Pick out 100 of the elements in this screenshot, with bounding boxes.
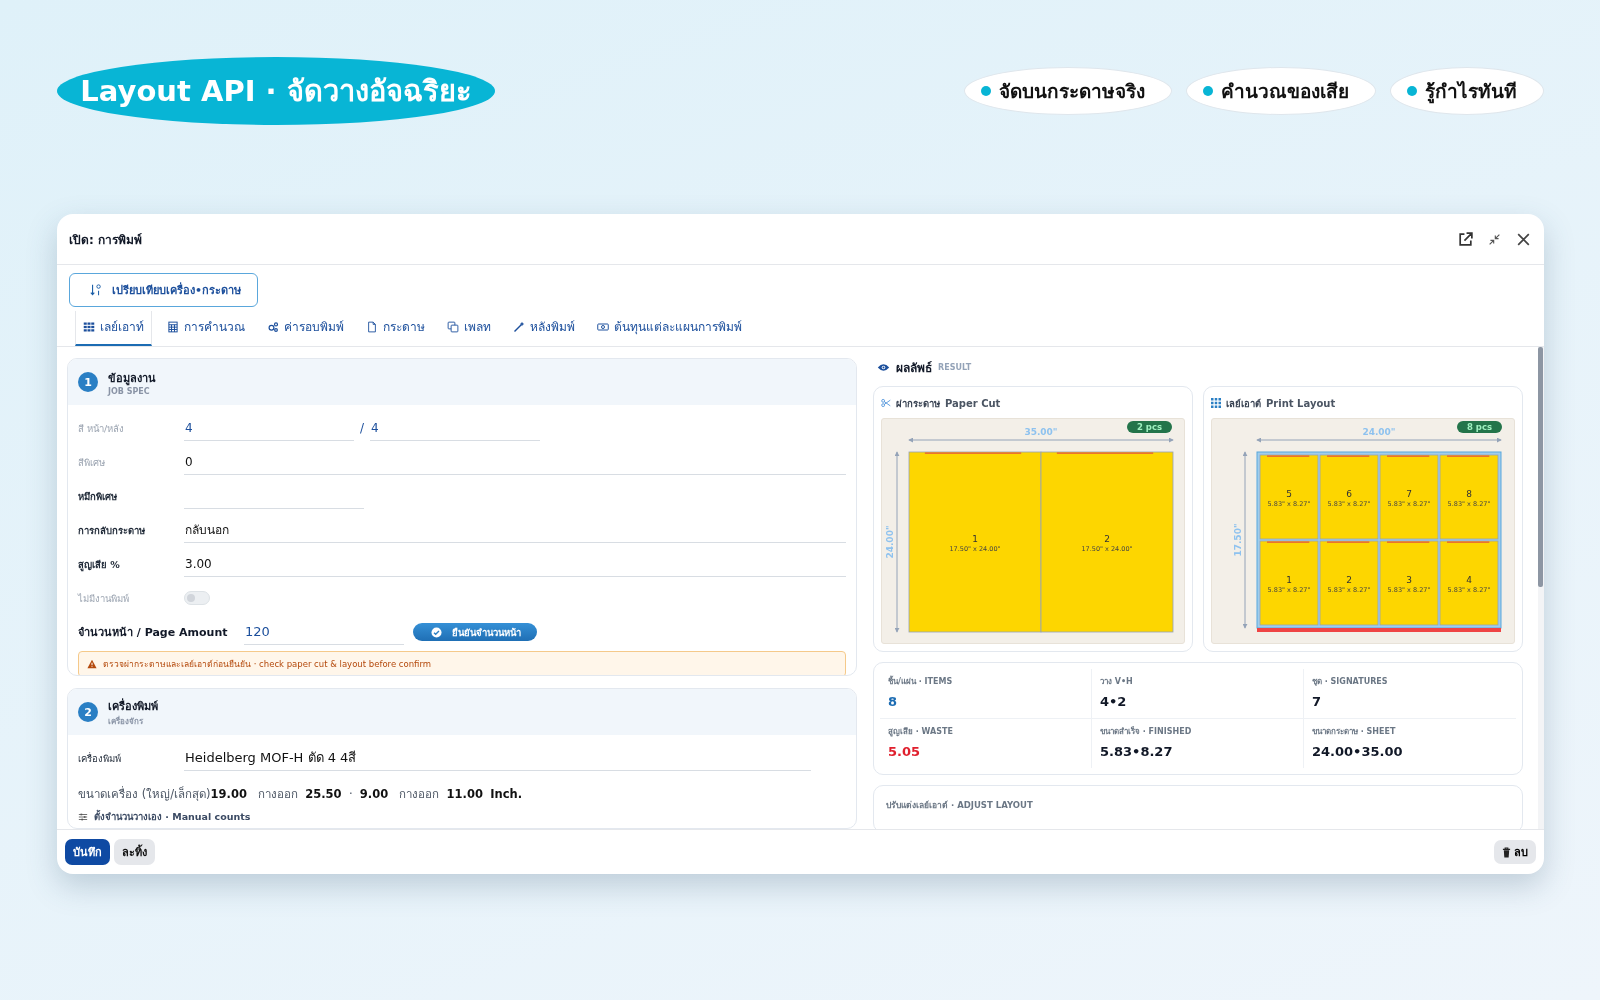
diagram-title-english: Print Layout bbox=[1266, 397, 1336, 409]
count-badge: 8 pcs bbox=[1456, 421, 1502, 433]
result-subtitle: RESULT bbox=[938, 362, 972, 372]
compare-button[interactable]: เปรียบเทียบเครื่อง•กระดาษ bbox=[69, 273, 259, 307]
piece-number: 2 bbox=[1346, 575, 1352, 585]
tab[interactable]: เพลท bbox=[440, 311, 498, 346]
scrollbar[interactable] bbox=[1538, 347, 1544, 829]
stat-value: 5.05 bbox=[888, 744, 922, 759]
dot-icon bbox=[1203, 86, 1213, 96]
field-label: เครื่องพิมพ์ bbox=[78, 751, 122, 766]
field-label: ไม่มีงานพิมพ์ bbox=[78, 591, 130, 606]
stat-label: วาง V•H bbox=[1100, 676, 1134, 688]
delete-button[interactable]: ลบ bbox=[1494, 840, 1536, 864]
warning-text: ตรวจผ่ากระดาษและเลย์เอาต์ก่อนยืนยัน · check paper cut & layout before confirm bbox=[103, 658, 432, 671]
feature-label: รู้กำไรทันที bbox=[1425, 79, 1517, 106]
calculator-icon bbox=[167, 320, 179, 333]
tab[interactable]: ค่ารอบพิมพ์ bbox=[260, 311, 351, 346]
edge-mark bbox=[1386, 455, 1430, 457]
stat-value: 8 bbox=[888, 694, 899, 709]
dot-icon bbox=[981, 86, 991, 96]
edge-mark bbox=[1266, 455, 1310, 457]
diagram-title: ผ่ากระดาษ bbox=[896, 396, 940, 411]
trash-icon bbox=[1502, 846, 1511, 858]
section-title: เครื่องพิมพ์ bbox=[108, 697, 158, 715]
step-number: 1 bbox=[78, 372, 98, 392]
edge-mark bbox=[1446, 455, 1490, 457]
dot-icon bbox=[1407, 86, 1417, 96]
width-label: 35.00" bbox=[1024, 427, 1058, 437]
field-label: หมึกพิเศษ bbox=[78, 489, 118, 504]
tab[interactable]: หลังพิมพ์ bbox=[506, 311, 582, 346]
save-button[interactable]: บันทึก bbox=[65, 839, 110, 865]
stat-label: สูญเสีย · WASTE bbox=[888, 726, 954, 738]
tab[interactable]: ต้นทุนแต่ละแผนการพิมพ์ bbox=[590, 311, 749, 346]
window-title: เปิด: การพิมพ์ bbox=[69, 231, 142, 249]
stat-label: ขนาดสำเร็จ · FINISHED bbox=[1100, 725, 1193, 738]
banner-title: Layout API · จัดวางอัจฉริยะ bbox=[57, 57, 495, 125]
count-badge: 2 pcs bbox=[1126, 421, 1172, 433]
separator: / bbox=[360, 421, 365, 435]
sort-icon bbox=[90, 283, 102, 297]
edge-mark bbox=[1326, 541, 1370, 543]
field-label: สีพิเศษ bbox=[78, 455, 106, 470]
edge-mark bbox=[1326, 455, 1370, 457]
input-field[interactable]: 3.00 bbox=[184, 551, 846, 577]
field-label: จำนวนหน้า / Page Amount bbox=[78, 625, 229, 641]
copy-icon bbox=[447, 320, 459, 333]
scissors-icon bbox=[881, 398, 891, 408]
result-title: ผลลัพธ์ bbox=[896, 359, 932, 377]
adjust-layout-title: ปรับแต่งเลย์เอาต์ · ADJUST LAYOUT bbox=[886, 800, 1033, 810]
piece-number: 5 bbox=[1286, 489, 1292, 499]
banknote-icon bbox=[597, 320, 609, 333]
eye-icon bbox=[877, 362, 890, 372]
feature-label: คำนวณของเสีย bbox=[1221, 79, 1349, 104]
external-link-icon[interactable] bbox=[1457, 230, 1474, 248]
section-title: ข้อมูลงาน bbox=[108, 370, 156, 387]
diagram-title: เลย์เอาต์ bbox=[1226, 396, 1261, 411]
manual-counts-link[interactable]: ตั้งจำนวนวางเอง · Manual counts bbox=[94, 809, 251, 825]
piece-number: 7 bbox=[1406, 489, 1412, 499]
input-field[interactable]: 120 bbox=[244, 619, 404, 645]
tab[interactable]: การคำนวณ bbox=[160, 311, 252, 346]
stat-value: 24.00•35.00 bbox=[1312, 744, 1404, 759]
gears-icon bbox=[267, 320, 279, 333]
stat-label: ชุด · SIGNATURES bbox=[1312, 676, 1389, 688]
wand-icon bbox=[513, 320, 525, 333]
input-field[interactable]: 4 bbox=[370, 415, 541, 441]
feature-label: จัดบนกระดาษจริง bbox=[999, 79, 1145, 104]
grid-icon bbox=[1211, 398, 1221, 408]
height-label: 17.50" bbox=[1233, 523, 1243, 557]
discard-button[interactable]: ละทิ้ง bbox=[114, 839, 155, 865]
piece-number: 3 bbox=[1406, 575, 1412, 585]
confirm-button[interactable]: ยืนยันจำนวนหน้า bbox=[413, 623, 537, 641]
stat-value: 7 bbox=[1312, 694, 1323, 709]
tab[interactable]: เลย์เอาท์ bbox=[75, 311, 152, 346]
edge-mark bbox=[1446, 541, 1490, 543]
document-icon bbox=[366, 320, 378, 333]
edge-mark bbox=[1386, 541, 1430, 543]
field-label: สูญเสีย % bbox=[78, 557, 121, 572]
grid-icon bbox=[83, 320, 95, 333]
step-number: 2 bbox=[78, 702, 98, 723]
warning-icon bbox=[87, 659, 97, 669]
piece-number: 2 bbox=[1104, 534, 1110, 544]
field-label: สี หน้า/หลัง bbox=[78, 421, 126, 436]
edge-mark bbox=[1266, 541, 1310, 543]
piece-number: 4 bbox=[1466, 575, 1472, 585]
machine-size-text: ขนาดเครื่อง (ใหญ่/เล็กสุด)19.00 กางออก 25.50 · 9.00 กางออก 11.00 Inch. bbox=[78, 785, 524, 804]
section-subtitle: JOB SPEC bbox=[108, 386, 151, 396]
piece-number: 1 bbox=[972, 534, 978, 544]
diagram-title-english: Paper Cut bbox=[945, 397, 1001, 409]
input-field[interactable]: กลับนอก bbox=[184, 517, 846, 543]
piece-number: 1 bbox=[1286, 575, 1292, 585]
input-field[interactable]: 4 bbox=[184, 415, 354, 441]
width-label: 24.00" bbox=[1362, 427, 1396, 437]
piece-number: 8 bbox=[1466, 489, 1472, 499]
input-field[interactable]: Heidelberg MOF-H ตัด 4 4สี bbox=[184, 745, 811, 771]
tab[interactable]: กระดาษ bbox=[359, 311, 432, 346]
sliders-icon bbox=[78, 811, 88, 822]
check-icon bbox=[431, 626, 442, 638]
toggle-switch[interactable] bbox=[184, 591, 210, 605]
height-label: 24.00" bbox=[885, 525, 895, 559]
input-field[interactable]: 0 bbox=[184, 449, 846, 475]
collapse-icon[interactable] bbox=[1488, 232, 1501, 246]
